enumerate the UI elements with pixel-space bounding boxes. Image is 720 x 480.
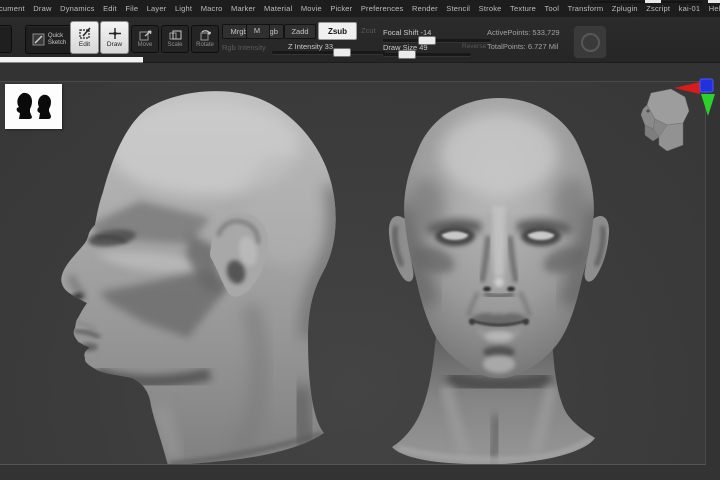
menu-item-stencil[interactable]: Stencil: [446, 4, 470, 13]
menu-item-zscript[interactable]: Zscript: [646, 4, 670, 13]
z-intensity-handle[interactable]: [333, 48, 351, 57]
zadd-button[interactable]: Zadd: [284, 24, 316, 39]
menu-item-stroke[interactable]: Stroke: [479, 4, 502, 13]
draw-size-handle[interactable]: [398, 50, 416, 59]
move-button[interactable]: Move: [131, 25, 159, 53]
edit-icon: [78, 27, 91, 39]
cropped-ui-fragment: [708, 0, 720, 3]
gizmo-z-cube: [699, 78, 714, 93]
menu-bar: Document Draw Dynamics Edit File Layer L…: [0, 0, 720, 18]
menu-item-texture[interactable]: Texture: [510, 4, 536, 13]
rotate-button[interactable]: Rotate: [191, 25, 219, 53]
menu-item-material[interactable]: Material: [264, 4, 292, 13]
menu-item-document[interactable]: Document: [0, 4, 25, 13]
menu-item-help[interactable]: Help: [709, 4, 720, 13]
edit-button[interactable]: Edit: [70, 21, 99, 54]
menu-item-zplugin[interactable]: Zplugin: [612, 4, 638, 13]
mrgb-label: Mrgb: [230, 27, 248, 36]
sculpt-head-side[interactable]: [40, 86, 350, 464]
scale-label: Scale: [167, 42, 183, 48]
rotate-icon: [200, 30, 211, 41]
total-points-readout: TotalPoints: 6.727 Mil: [487, 42, 559, 51]
reverse-label: Reverse: [462, 43, 487, 50]
menu-item-preferences[interactable]: Preferences: [361, 4, 404, 13]
menu-item-light[interactable]: Light: [175, 4, 192, 13]
z-intensity-label: Z Intensity 33: [288, 42, 334, 51]
zadd-label: Zadd: [291, 27, 309, 36]
edit-label: Edit: [78, 41, 91, 48]
gizmo-y-arrow: [701, 94, 715, 116]
menu-item-transform[interactable]: Transform: [568, 4, 604, 13]
quick-sketch-button[interactable]: Quick Sketch: [25, 25, 73, 54]
material-preview-button[interactable]: [573, 25, 607, 59]
cropped-button[interactable]: [0, 25, 12, 53]
menu-item-layer[interactable]: Layer: [147, 4, 167, 13]
sculpt-head-front[interactable]: [388, 86, 618, 464]
menu-items: Document Draw Dynamics Edit File Layer L…: [0, 4, 720, 13]
focal-shift-slider[interactable]: [383, 39, 491, 42]
active-points-readout: ActivePoints: 533,729: [487, 28, 560, 37]
tray-divider-bar[interactable]: [0, 57, 143, 63]
draw-icon: [108, 28, 121, 39]
rotate-label: Rotate: [196, 42, 214, 48]
menu-item-edit[interactable]: Edit: [103, 4, 117, 13]
draw-size-slider[interactable]: [383, 53, 471, 56]
axis-gizmo[interactable]: [668, 78, 718, 122]
menu-item-dynamics[interactable]: Dynamics: [60, 4, 95, 13]
quick-sketch-icon: [32, 33, 45, 46]
zsub-button[interactable]: Zsub: [318, 22, 357, 40]
move-label: Move: [137, 42, 153, 48]
move-icon: [139, 30, 152, 41]
zsub-label: Zsub: [327, 26, 348, 36]
menu-item-macro[interactable]: Macro: [201, 4, 223, 13]
draw-button[interactable]: Draw: [100, 21, 129, 54]
preview-ring-icon: [580, 32, 600, 52]
draw-label: Draw: [106, 41, 123, 48]
z-intensity-slider[interactable]: [272, 51, 385, 54]
menu-item-marker[interactable]: Marker: [231, 4, 256, 13]
zbrush-window: Document Draw Dynamics Edit File Layer L…: [0, 0, 720, 480]
scale-button[interactable]: Scale: [161, 25, 189, 53]
cropped-slider-handle: [645, 0, 661, 3]
menu-item-file[interactable]: File: [125, 4, 138, 13]
menu-item-tool[interactable]: Tool: [545, 4, 560, 13]
sculpt-canvas[interactable]: [0, 78, 715, 465]
menu-item-picker[interactable]: Picker: [330, 4, 352, 13]
menu-item-kai01[interactable]: kai-01: [679, 4, 701, 13]
menu-item-draw[interactable]: Draw: [33, 4, 51, 13]
quick-sketch-label-2: Sketch: [47, 39, 67, 46]
menu-item-movie[interactable]: Movie: [301, 4, 322, 13]
zcut-button[interactable]: Zcut: [361, 26, 376, 35]
menu-item-render[interactable]: Render: [412, 4, 438, 13]
scale-icon: [169, 30, 181, 40]
m-label: M: [253, 26, 261, 35]
rgb-intensity-label: Rgb Intensity: [222, 43, 266, 52]
gizmo-x-arrow: [674, 82, 700, 94]
